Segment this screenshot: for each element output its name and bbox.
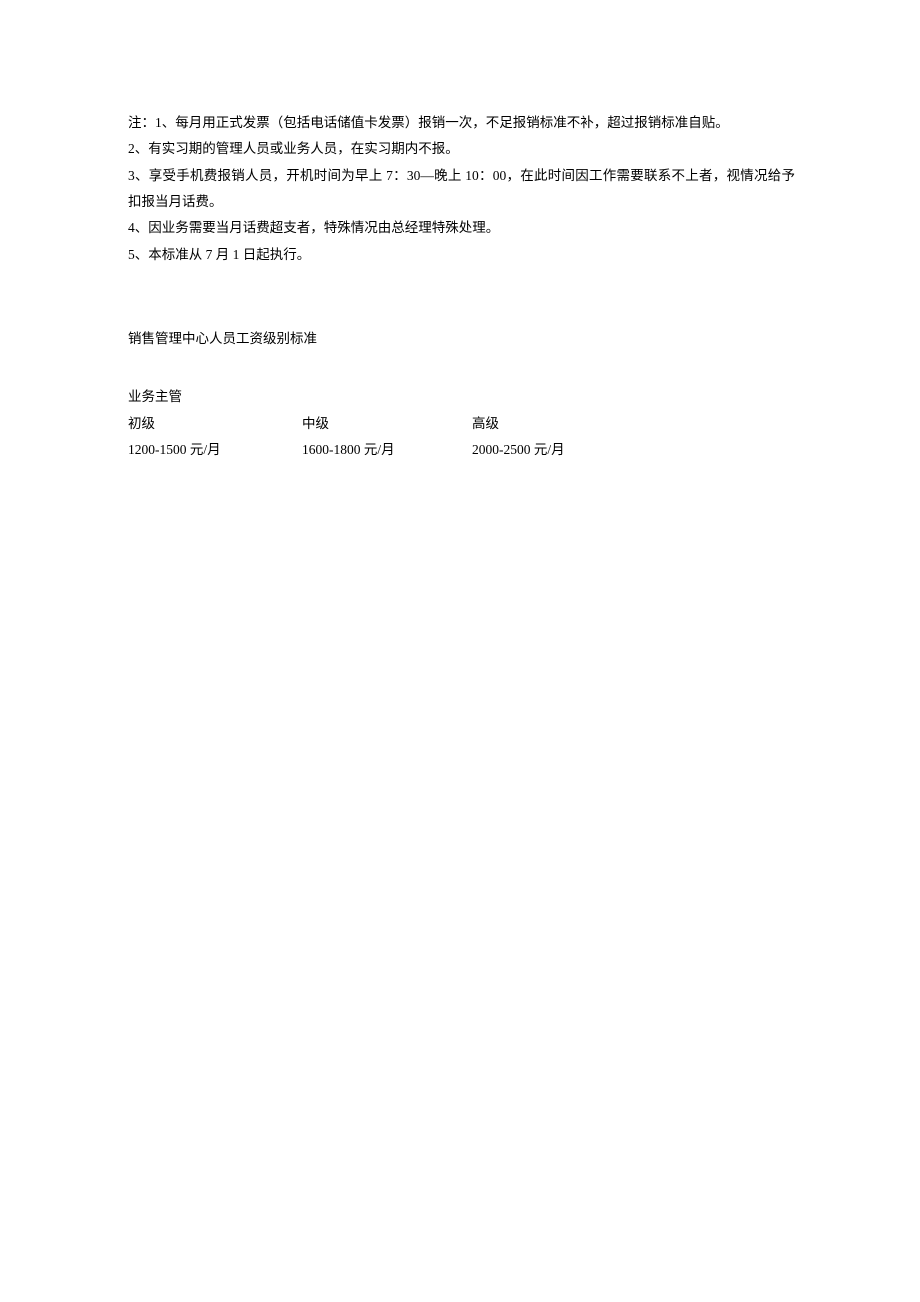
level-amount-senior: 2000-2500 元/月 [472,437,795,463]
note-line-2: 2、有实习期的管理人员或业务人员，在实习期内不报。 [128,136,795,162]
note-line-4: 4、因业务需要当月话费超支者，特殊情况由总经理特殊处理。 [128,215,795,241]
notes-block: 注：1、每月用正式发票（包括电话储值卡发票）报销一次，不足报销标准不补，超过报销… [128,110,795,268]
level-amount-junior: 1200-1500 元/月 [128,437,302,463]
section-title: 销售管理中心人员工资级别标准 [128,326,795,352]
salary-amount-col-mid: 1600-1800 元/月 [302,437,472,463]
salary-amounts-row: 1200-1500 元/月 1600-1800 元/月 2000-2500 元/… [128,437,795,463]
level-label-junior: 初级 [128,411,302,437]
salary-col-mid: 中级 [302,411,472,437]
salary-amount-col-junior: 1200-1500 元/月 [128,437,302,463]
salary-col-junior: 初级 [128,411,302,437]
note-line-1: 注：1、每月用正式发票（包括电话储值卡发票）报销一次，不足报销标准不补，超过报销… [128,110,795,136]
level-amount-mid: 1600-1800 元/月 [302,437,472,463]
salary-col-senior: 高级 [472,411,795,437]
salary-amount-col-senior: 2000-2500 元/月 [472,437,795,463]
level-label-senior: 高级 [472,411,795,437]
note-line-3: 3、享受手机费报销人员，开机时间为早上 7：30—晚上 10：00，在此时间因工… [128,163,795,216]
role-title: 业务主管 [128,384,795,410]
level-label-mid: 中级 [302,411,472,437]
salary-levels-row: 初级 中级 高级 [128,411,795,437]
note-line-5: 5、本标准从 7 月 1 日起执行。 [128,242,795,268]
